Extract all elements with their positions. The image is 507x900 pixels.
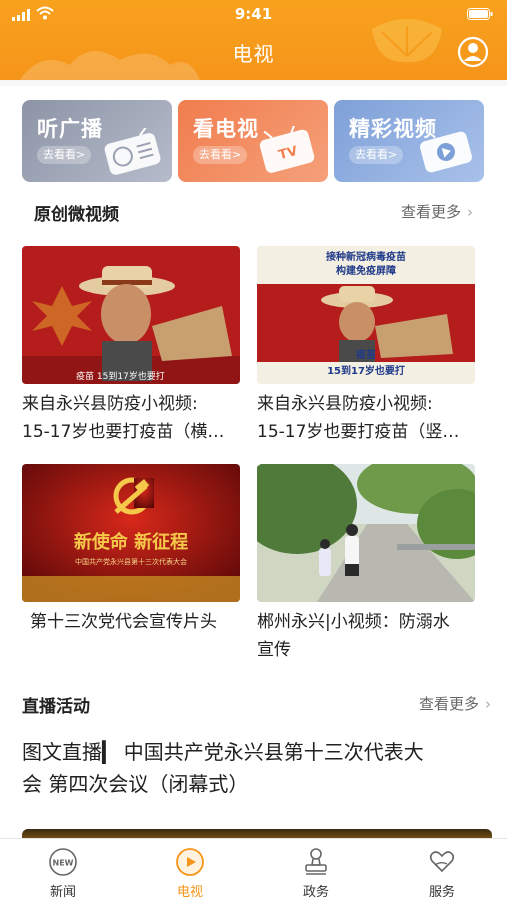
section-header-videos: 原创微视频 查看更多 › xyxy=(0,196,507,225)
user-profile-icon[interactable] xyxy=(457,36,489,68)
radio-icon xyxy=(104,128,161,175)
stamp-icon xyxy=(305,848,327,875)
category-title: 看电视 xyxy=(193,117,259,141)
video-thumbnail: 接种新冠病毒疫苗 构建免疫屏障 疫苗 15到17岁也要打 xyxy=(257,246,475,384)
video-title-line1: 第十三次党代会宣传片头 xyxy=(30,612,217,632)
header-bar: 9:41 电视 xyxy=(0,0,507,80)
section-title: 原创微视频 xyxy=(34,205,119,225)
section-title: 直播活动 xyxy=(22,697,90,717)
video-card[interactable]: 接种新冠病毒疫苗 构建免疫屏障 疫苗 15到17岁也要打 来自永兴县防疫小视频:… xyxy=(257,246,475,446)
see-more-link[interactable]: 查看更多 › xyxy=(401,201,473,222)
video-play-icon xyxy=(420,131,472,173)
video-card[interactable]: 新使命 新征程 中国共产党永兴县第十三次代表大会 第十三次党代会宣传片头 xyxy=(22,464,240,644)
live-article[interactable]: 图文直播▎ 中国共产党永兴县第十三次代表大 会 第四次会议（闭幕式） xyxy=(22,736,492,800)
category-go-button[interactable]: 去看看> xyxy=(37,146,92,164)
video-title-line1: 来自永兴县防疫小视频: xyxy=(257,394,433,414)
thumb-top-text-1: 接种新冠病毒疫苗 xyxy=(326,250,406,263)
video-thumbnail: 疫苗 15到17岁也要打 xyxy=(22,246,240,384)
thumb-slogan: 新使命 新征程 xyxy=(74,531,188,553)
see-more-label: 查看更多 xyxy=(400,203,461,221)
news-icon: NEW xyxy=(49,848,77,876)
status-bar: 9:41 xyxy=(0,0,507,28)
live-banner-image[interactable] xyxy=(22,829,492,838)
category-tv-card[interactable]: 看电视 去看看> TV xyxy=(178,100,328,182)
video-card[interactable]: 郴州永兴|小视频：防溺水 宣传 xyxy=(257,464,475,664)
chevron-right-icon: › xyxy=(467,203,473,221)
tv-play-icon xyxy=(176,848,204,876)
content-panel: 听广播 去看看> 看电视 去看看> TV 精彩视频 去看看> 原创微视频 查看更… xyxy=(0,86,507,838)
video-thumbnail: 新使命 新征程 中国共产党永兴县第十三次代表大会 xyxy=(22,464,240,602)
tab-label: 服务 xyxy=(428,885,455,900)
tab-service[interactable]: 服务 xyxy=(397,847,487,900)
heart-hand-icon xyxy=(429,851,455,873)
battery-icon xyxy=(467,8,493,20)
tab-government[interactable]: 政务 xyxy=(271,847,361,900)
svg-text:NEW: NEW xyxy=(53,859,74,868)
section-header-live: 直播活动 查看更多 › xyxy=(0,688,507,717)
video-thumbnail xyxy=(257,464,475,602)
live-title-line2: 会 第四次会议（闭幕式） xyxy=(22,772,249,796)
tab-label: 新闻 xyxy=(49,885,76,900)
category-go-button[interactable]: 去看看> xyxy=(193,146,248,164)
video-card[interactable]: 疫苗 15到17岁也要打 来自永兴县防疫小视频: 15-17岁也要打疫苗（横… xyxy=(22,246,240,446)
thumb-bottom-text-1: 疫苗 xyxy=(356,348,376,361)
tab-label: 电视 xyxy=(176,885,203,900)
thumb-caption: 疫苗 15到17岁也要打 xyxy=(76,370,165,382)
category-title: 听广播 xyxy=(37,117,103,141)
category-go-button[interactable]: 去看看> xyxy=(349,146,404,164)
thumb-subtitle: 中国共产党永兴县第十三次代表大会 xyxy=(75,557,187,566)
bottom-tab-bar: NEW 新闻 电视 政务 服务 xyxy=(0,838,507,900)
category-video-card[interactable]: 精彩视频 去看看> xyxy=(334,100,484,182)
tab-news[interactable]: NEW 新闻 xyxy=(18,847,108,900)
video-title-line2: 15-17岁也要打疫苗（横… xyxy=(22,422,225,442)
tv-icon: TV xyxy=(259,126,315,173)
thumb-top-text-2: 构建免疫屏障 xyxy=(336,264,396,277)
chevron-right-icon: › xyxy=(485,695,491,713)
video-title-line1: 郴州永兴|小视频：防溺水 xyxy=(257,612,450,632)
tab-tv[interactable]: 电视 xyxy=(145,847,235,900)
video-title-line2: 宣传 xyxy=(257,640,291,660)
see-more-link[interactable]: 查看更多 › xyxy=(419,693,491,714)
see-more-label: 查看更多 xyxy=(418,695,479,713)
video-title-line2: 15-17岁也要打疫苗（竖… xyxy=(257,422,460,442)
thumb-bottom-text-2: 15到17岁也要打 xyxy=(327,364,405,377)
tab-label: 政务 xyxy=(302,885,329,900)
category-radio-card[interactable]: 听广播 去看看> xyxy=(22,100,172,182)
video-title-line1: 来自永兴县防疫小视频: xyxy=(22,394,198,414)
status-time: 9:41 xyxy=(234,5,273,23)
live-title-line1: 图文直播▎ 中国共产党永兴县第十三次代表大 xyxy=(22,740,424,764)
page-title: 电视 xyxy=(232,42,275,66)
main-content: 听广播 去看看> 看电视 去看看> TV 精彩视频 去看看> 原创微视频 查看更… xyxy=(0,80,507,838)
